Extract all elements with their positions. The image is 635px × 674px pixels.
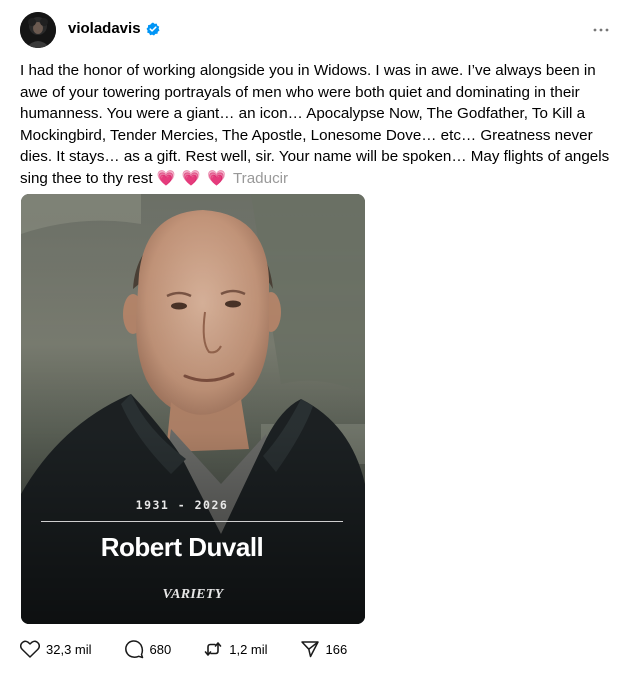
more-options-icon[interactable] — [588, 18, 614, 42]
share-button[interactable]: 166 — [300, 639, 348, 659]
like-count: 32,3 mil — [46, 641, 92, 657]
repost-icon — [203, 639, 223, 659]
post-text: I had the honor of working alongside you… — [20, 60, 620, 189]
like-button[interactable]: 32,3 mil — [20, 640, 92, 658]
divider — [41, 521, 343, 522]
comment-button[interactable]: 680 — [124, 639, 172, 659]
repost-count: 1,2 mil — [229, 641, 268, 657]
verified-badge-icon — [146, 22, 160, 36]
comment-count: 680 — [149, 641, 172, 657]
post-image[interactable]: 1931 - 2026 Robert Duvall VARIETY — [21, 194, 365, 624]
share-icon — [300, 639, 320, 659]
life-years: 1931 - 2026 — [135, 498, 229, 512]
heart-emoji: 💗 💗 💗 — [156, 169, 227, 187]
thread-post: violadavis I had the honor of working al… — [0, 0, 635, 674]
repost-button[interactable]: 1,2 mil — [203, 639, 268, 659]
share-count: 166 — [325, 641, 348, 657]
action-bar: 32,3 mil 680 1,2 mil 166 — [20, 638, 379, 660]
memorial-name: Robert Duvall — [100, 532, 264, 562]
author-avatar[interactable] — [20, 12, 56, 48]
translate-link[interactable]: Traducir — [233, 170, 288, 187]
comment-icon — [124, 639, 144, 659]
username-text: violadavis — [68, 20, 141, 37]
author-username[interactable]: violadavis — [68, 20, 160, 37]
heart-icon — [20, 640, 40, 658]
post-body: I had the honor of working alongside you… — [20, 62, 614, 187]
brand-logo: VARIETY — [162, 587, 224, 602]
